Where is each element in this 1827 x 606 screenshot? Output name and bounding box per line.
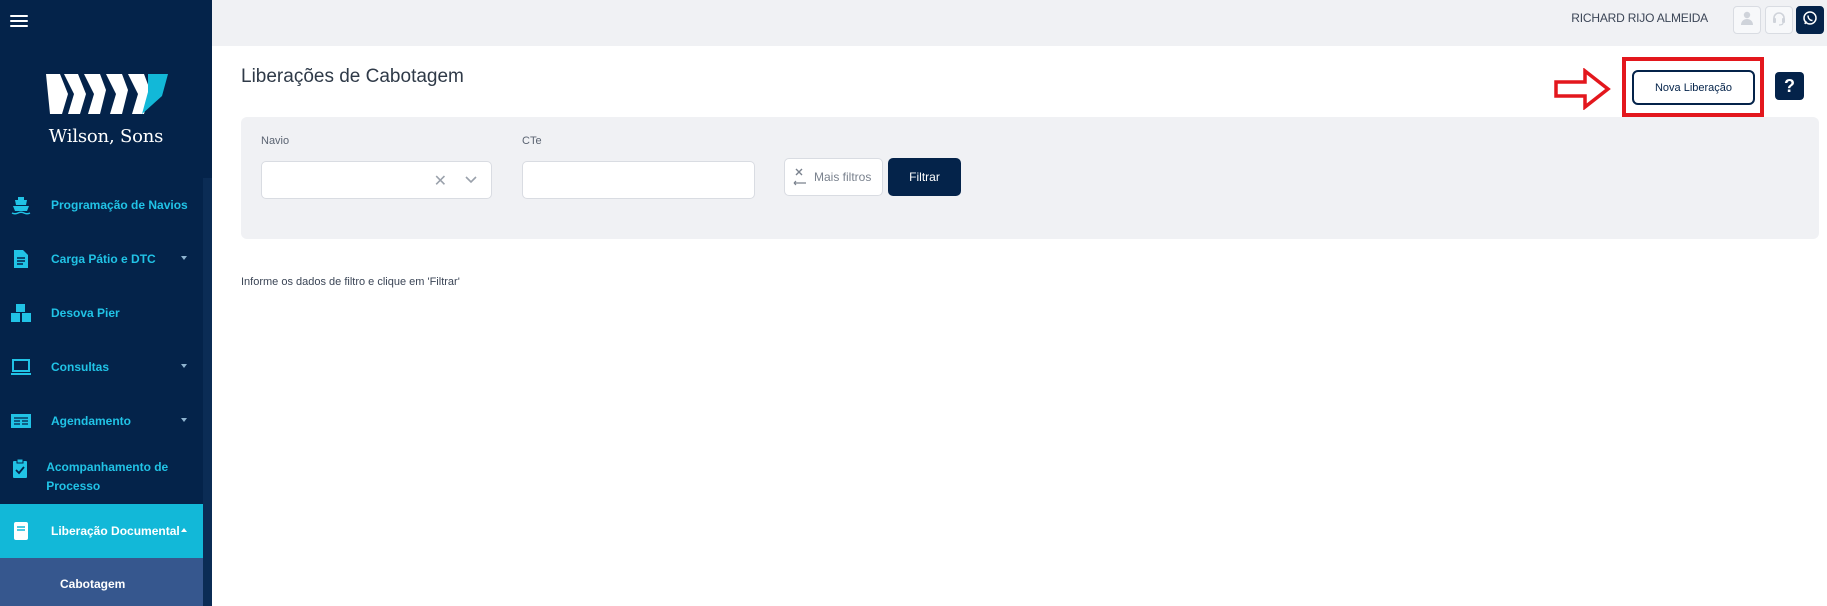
navio-label: Navio <box>261 135 290 147</box>
user-icon <box>1739 10 1755 31</box>
filter-panel: Navio ✕ CTe Mais filtros Filtrar <box>241 117 1819 239</box>
sidebar-item-programacao-navios[interactable]: Programação de Navios <box>0 178 203 232</box>
sidebar-item-desova-pier[interactable]: Desova Pier <box>0 286 203 340</box>
whatsapp-button[interactable] <box>1796 6 1824 34</box>
sidebar-subitem-cabotagem[interactable]: Cabotagem <box>0 558 203 606</box>
chevron-down-icon <box>181 256 187 260</box>
wilson-sons-logo-mark <box>46 74 168 114</box>
navio-select[interactable]: ✕ <box>261 161 492 199</box>
sidebar-item-label: Carga Pátio e DTC <box>51 251 156 266</box>
schedule-card-icon <box>10 410 32 432</box>
chevron-up-icon <box>181 528 187 532</box>
sidebar-item-agendamento[interactable]: Agendamento <box>0 394 203 448</box>
sidebar: Wilson, Sons Programação de Navios Carga… <box>0 0 212 606</box>
clipboard-check-icon <box>10 458 29 480</box>
sidebar-item-label: Consultas <box>51 359 110 374</box>
sidebar-item-label: Agendamento <box>51 413 132 428</box>
boxes-icon <box>10 302 32 324</box>
nova-liberacao-button[interactable]: Nova Liberação <box>1632 70 1755 105</box>
cte-input[interactable] <box>522 161 755 199</box>
user-profile-button[interactable] <box>1733 6 1761 34</box>
laptop-icon <box>10 356 32 378</box>
sidebar-item-label: Programação de Navios <box>51 197 188 212</box>
support-button[interactable] <box>1765 6 1793 34</box>
sidebar-item-carga-patio-dtc[interactable]: Carga Pátio e DTC <box>0 232 203 286</box>
sidebar-subitem-label: Cabotagem <box>60 577 126 591</box>
sidebar-menu: Programação de Navios Carga Pátio e DTC … <box>0 178 203 606</box>
notebook-icon <box>10 520 32 542</box>
chevron-down-icon[interactable] <box>464 172 478 191</box>
logo-text: Wilson, Sons <box>48 126 164 147</box>
cte-label: CTe <box>522 135 542 147</box>
sidebar-item-label: Acompanhamento de Processo <box>46 460 169 493</box>
sidebar-item-acompanhamento-processo[interactable]: Acompanhamento de Processo <box>0 448 203 504</box>
topbar: RICHARD RIJO ALMEIDA <box>212 0 1827 46</box>
sidebar-item-consultas[interactable]: Consultas <box>0 340 203 394</box>
mais-filtros-label: Mais filtros <box>814 170 872 184</box>
whatsapp-icon <box>1802 10 1818 31</box>
hint-text: Informe os dados de filtro e clique em '… <box>241 276 460 288</box>
mais-filtros-button[interactable]: Mais filtros <box>784 158 883 196</box>
filter-toggle-icon <box>793 167 807 187</box>
hamburger-menu-icon[interactable] <box>10 12 28 30</box>
document-icon <box>10 248 32 270</box>
sidebar-scrollbar[interactable] <box>203 178 212 606</box>
logo: Wilson, Sons <box>40 70 172 147</box>
user-name: RICHARD RIJO ALMEIDA <box>1571 11 1708 25</box>
chevron-down-icon <box>181 418 187 422</box>
clear-icon[interactable]: ✕ <box>434 171 447 191</box>
headset-icon <box>1771 10 1787 31</box>
chevron-down-icon <box>181 364 187 368</box>
red-arrow-annotation-icon <box>1554 68 1611 110</box>
sidebar-item-label: Liberação Documental <box>51 523 180 538</box>
filtrar-button[interactable]: Filtrar <box>888 158 961 196</box>
sidebar-item-label: Desova Pier <box>51 305 120 320</box>
page-title: Liberações de Cabotagem <box>241 66 464 87</box>
help-button[interactable]: ? <box>1775 72 1804 100</box>
ship-icon <box>10 194 32 216</box>
sidebar-item-liberacao-documental[interactable]: Liberação Documental <box>0 504 203 558</box>
